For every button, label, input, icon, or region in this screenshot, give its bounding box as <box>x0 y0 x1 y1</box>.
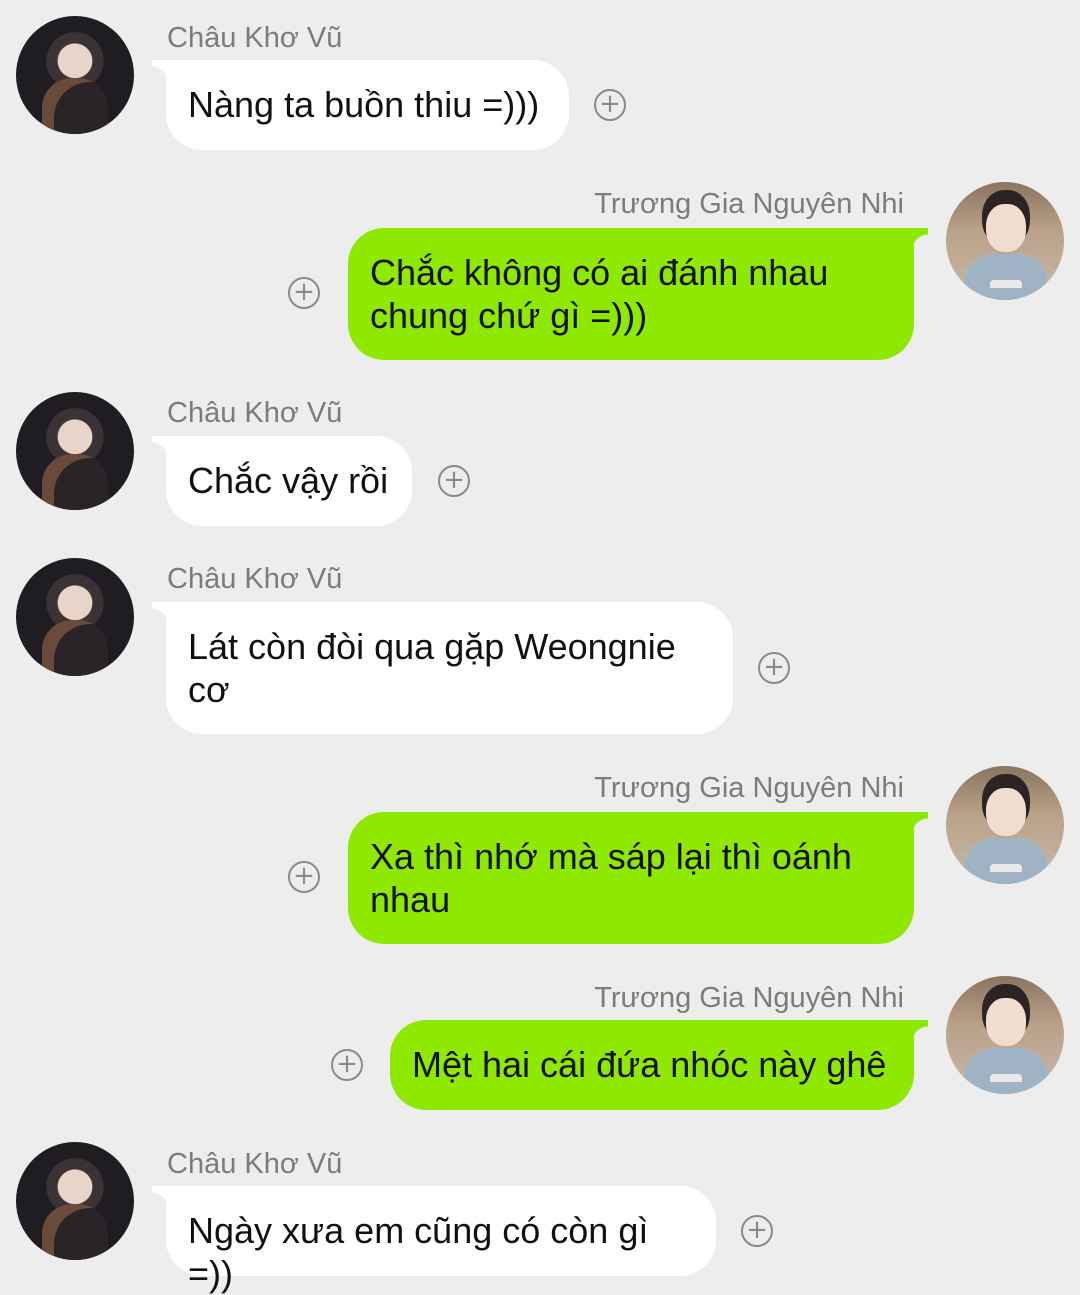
avatar[interactable] <box>16 392 134 510</box>
message-bubble[interactable]: Xa thì nhớ mà sáp lại thì oánh nhau <box>348 812 928 944</box>
message-bubble[interactable]: Chắc không có ai đánh nhau chung chứ gì … <box>348 228 928 360</box>
plus-circle-icon[interactable]: + <box>741 1215 773 1247</box>
message-bubble[interactable]: Nàng ta buồn thiu =))) <box>152 60 569 150</box>
plus-circle-icon[interactable]: + <box>288 861 320 893</box>
plus-circle-icon[interactable]: + <box>331 1049 363 1081</box>
message-bubble[interactable]: Ngày xưa em cũng có còn gì =)) <box>152 1186 716 1294</box>
avatar[interactable] <box>16 1142 134 1260</box>
plus-circle-icon[interactable]: + <box>288 277 320 309</box>
sender-name: Châu Khơ Vũ <box>167 563 343 595</box>
avatar[interactable] <box>946 976 1064 1094</box>
avatar[interactable] <box>16 16 134 134</box>
message-bubble[interactable]: Lát còn đòi qua gặp Weongnie cơ <box>152 602 733 734</box>
sender-name: Trương Gia Nguyên Nhi <box>594 188 904 220</box>
message-bubble[interactable]: Mệt hai cái đứa nhóc này ghê <box>390 1020 928 1110</box>
sender-name: Trương Gia Nguyên Nhi <box>594 772 904 804</box>
plus-circle-icon[interactable]: + <box>438 465 470 497</box>
plus-circle-icon[interactable]: + <box>594 89 626 121</box>
sender-name: Châu Khơ Vũ <box>167 397 343 429</box>
avatar[interactable] <box>16 558 134 676</box>
sender-name: Châu Khơ Vũ <box>167 22 343 54</box>
sender-name: Châu Khơ Vũ <box>167 1148 343 1180</box>
message-bubble[interactable]: Chắc vậy rồi <box>152 436 412 526</box>
avatar[interactable] <box>946 182 1064 300</box>
sender-name: Trương Gia Nguyên Nhi <box>594 982 904 1014</box>
plus-circle-icon[interactable]: + <box>758 652 790 684</box>
avatar[interactable] <box>946 766 1064 884</box>
